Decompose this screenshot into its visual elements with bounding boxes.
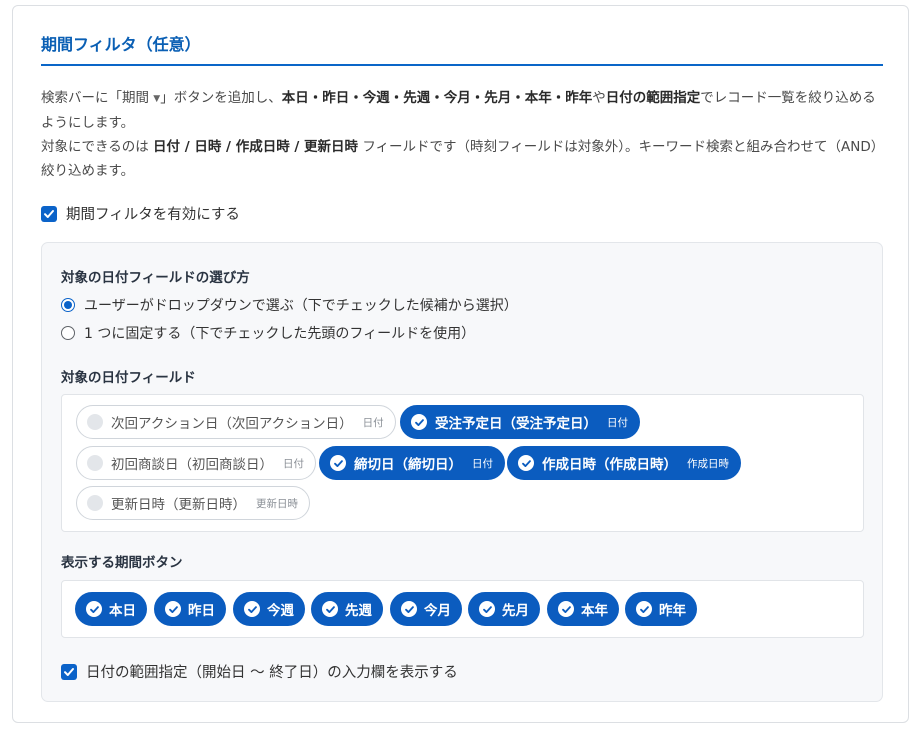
section-title: 期間フィルタ（任意） [41, 35, 201, 54]
period-chip-this-year[interactable]: 本年 [547, 592, 619, 626]
fields-label: 対象の日付フィールド [61, 370, 196, 386]
field-chip-expected-order-date[interactable]: 受注予定日（受注予定日） 日付 [400, 405, 640, 439]
radio-fixed-mode[interactable]: 1 つに固定する（下でチェックした先頭のフィールドを使用） [61, 323, 475, 343]
check-circle-icon [636, 601, 652, 617]
checkbox-checked-icon[interactable] [41, 205, 57, 222]
field-chip-next-action-date[interactable]: 次回アクション日（次回アクション日） 日付 [76, 405, 396, 439]
period-chip-this-week[interactable]: 今週 [233, 592, 305, 626]
field-chip-updated-at[interactable]: 更新日時（更新日時） 更新日時 [76, 486, 310, 520]
field-chip-first-meeting-date[interactable]: 初回商談日（初回商談日） 日付 [76, 446, 316, 480]
description-line-1: 検索バーに「期間 ▼」ボタンを追加し、本日・昨日・今週・先週・今月・先月・本年・… [41, 90, 876, 131]
check-circle-icon [558, 601, 574, 617]
unchecked-circle-icon [87, 455, 103, 471]
enable-label: 期間フィルタを有効にする [66, 207, 240, 223]
check-circle-icon [401, 601, 417, 617]
settings-panel: 対象の日付フィールドの選び方 ユーザーがドロップダウンで選ぶ（下でチェックした候… [41, 242, 883, 702]
date-range-checkbox[interactable]: 日付の範囲指定（開始日 〜 終了日）の入力欄を表示する [61, 661, 458, 682]
checkbox-checked-icon[interactable] [61, 663, 77, 680]
field-mode-label: 対象の日付フィールドの選び方 [61, 270, 250, 286]
period-chip-today[interactable]: 本日 [75, 592, 147, 626]
period-chip-last-year[interactable]: 昨年 [625, 592, 697, 626]
unchecked-circle-icon [87, 495, 103, 511]
period-chip-last-month[interactable]: 先月 [468, 592, 540, 626]
title-divider [41, 64, 883, 66]
unchecked-circle-icon [87, 414, 103, 430]
check-circle-icon [165, 601, 181, 617]
check-circle-icon [322, 601, 338, 617]
radio-dropdown-mode[interactable]: ユーザーがドロップダウンで選ぶ（下でチェックした候補から選択） [61, 295, 518, 315]
check-circle-icon [330, 455, 346, 471]
check-circle-icon [86, 601, 102, 617]
check-circle-icon [518, 455, 534, 471]
period-chip-yesterday[interactable]: 昨日 [154, 592, 226, 626]
description-line-2: 対象にできるのは 日付 / 日時 / 作成日時 / 更新日時 フィールドです（時… [41, 139, 885, 179]
radio-unselected-icon[interactable] [61, 326, 75, 340]
field-chip-deadline[interactable]: 締切日（締切日） 日付 [319, 446, 505, 480]
check-circle-icon [411, 414, 427, 430]
period-chip-this-month[interactable]: 今月 [390, 592, 462, 626]
date-range-label: 日付の範囲指定（開始日 〜 終了日）の入力欄を表示する [86, 665, 458, 681]
radio-selected-icon[interactable] [61, 298, 75, 312]
field-chip-created-at[interactable]: 作成日時（作成日時） 作成日時 [507, 446, 741, 480]
description: 検索バーに「期間 ▼」ボタンを追加し、本日・昨日・今週・先週・今月・先月・本年・… [41, 86, 889, 183]
enable-period-filter-checkbox[interactable]: 期間フィルタを有効にする [41, 203, 240, 224]
field-chip-box: 次回アクション日（次回アクション日） 日付 受注予定日（受注予定日） 日付 初回… [61, 394, 864, 532]
period-button-box: 本日 昨日 今週 先週 今月 先月 本年 昨年 [61, 580, 864, 638]
period-buttons-label: 表示する期間ボタン [61, 555, 183, 571]
period-filter-card: 期間フィルタ（任意） 検索バーに「期間 ▼」ボタンを追加し、本日・昨日・今週・先… [12, 5, 909, 723]
period-chip-last-week[interactable]: 先週 [311, 592, 383, 626]
check-circle-icon [244, 601, 260, 617]
check-circle-icon [479, 601, 495, 617]
